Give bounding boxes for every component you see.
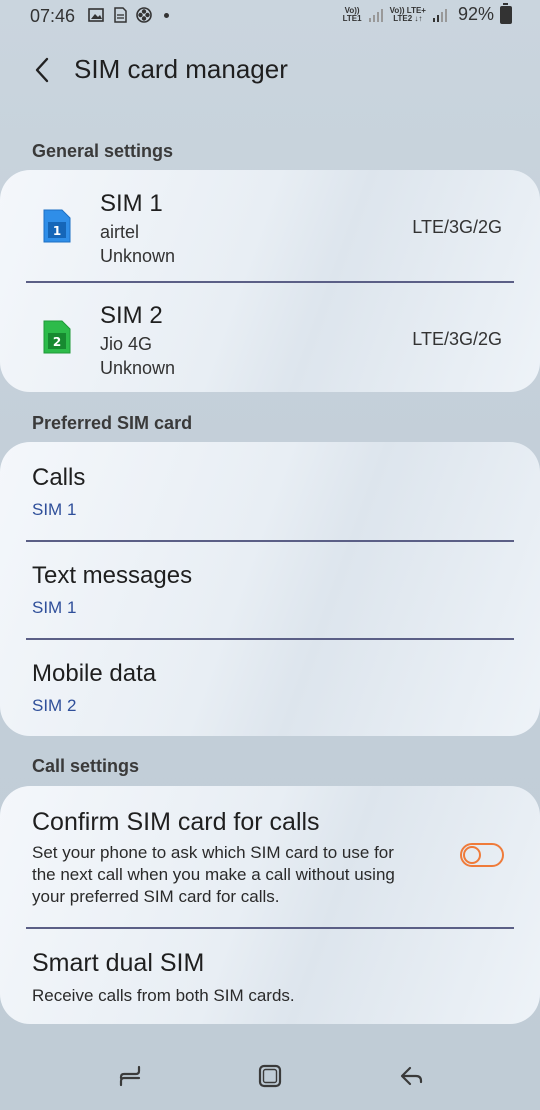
fan-icon: [136, 7, 152, 23]
battery-percent: 92%: [457, 4, 494, 24]
confirm-sim-desc-line-3: your preferred SIM card for calls.: [32, 887, 280, 906]
pref-mobile-data-label: Mobile data: [32, 660, 157, 687]
preferred-sim-card: Calls SIM 1 Text messages SIM 1 Mobile d…: [0, 442, 540, 736]
sim-1-row[interactable]: 1 SIM 1 airtel Unknown LTE/3G/2G: [0, 170, 540, 282]
navigation-bar: [0, 1040, 540, 1110]
sim1-signal-icon: [368, 8, 383, 22]
sim-list-card: 1 SIM 1 airtel Unknown LTE/3G/2G 2 SIM 2…: [0, 170, 540, 392]
sim-1-number: 1: [53, 224, 61, 238]
sim-card-2-icon: 2: [43, 320, 71, 354]
preferred-sim-heading: Preferred SIM card: [32, 413, 193, 433]
confirm-sim-desc-line-1: Set your phone to ask which SIM card to …: [32, 843, 394, 862]
pref-calls-value: SIM 1: [32, 500, 77, 519]
sim-1-name: SIM 1: [100, 190, 163, 217]
status-bar: 07:46 Vo)) LTE1 Vo)) LTE+ LTE2 ↓↑ 92%: [0, 0, 540, 34]
sim2-network-indicator: Vo)) LTE+ LTE2 ↓↑: [390, 6, 426, 23]
status-right: Vo)) LTE1 Vo)) LTE+ LTE2 ↓↑ 92%: [342, 2, 512, 25]
confirm-sim-toggle[interactable]: [460, 843, 504, 867]
recents-button[interactable]: [110, 1058, 150, 1094]
confirm-sim-title: Confirm SIM card for calls: [32, 808, 320, 836]
nav-back-button[interactable]: [392, 1058, 432, 1094]
sim-2-number: 2: [53, 335, 61, 349]
smart-dual-sim-row[interactable]: Smart dual SIM Receive calls from both S…: [0, 927, 540, 1024]
sim-2-row[interactable]: 2 SIM 2 Jio 4G Unknown LTE/3G/2G: [0, 282, 540, 394]
pref-calls-label: Calls: [32, 464, 86, 491]
more-notifications-dot: [164, 12, 169, 18]
home-icon: [258, 1064, 282, 1088]
confirm-sim-desc-line-2: the next call when you make a call witho…: [32, 865, 395, 884]
page-title: SIM card manager: [74, 54, 288, 84]
recents-icon: [119, 1065, 141, 1087]
sim-2-status: Unknown: [100, 358, 176, 378]
pref-calls-row[interactable]: Calls SIM 1: [0, 442, 540, 540]
confirm-sim-row[interactable]: Confirm SIM card for calls Set your phon…: [0, 786, 540, 927]
sim1-network-indicator: Vo)) LTE1: [342, 6, 362, 23]
pref-mobile-data-value: SIM 2: [32, 696, 77, 715]
sim-1-network-mode: LTE/3G/2G: [412, 217, 502, 237]
sim-1-status: Unknown: [100, 246, 176, 266]
sim-1-carrier: airtel: [100, 222, 140, 242]
toggle-knob: [463, 846, 481, 864]
sim2-signal-icon: [432, 8, 447, 22]
call-settings-card: Confirm SIM card for calls Set your phon…: [0, 786, 540, 1024]
app-header: SIM card manager: [0, 48, 540, 92]
pref-mobile-data-row[interactable]: Mobile data SIM 2: [0, 638, 540, 736]
smart-dual-sim-title: Smart dual SIM: [32, 949, 205, 977]
smart-dual-sim-desc: Receive calls from both SIM cards.: [32, 986, 295, 1005]
status-time: 07:46: [30, 6, 76, 26]
pref-text-messages-value: SIM 1: [32, 598, 77, 617]
sim-notification-icon: [114, 7, 127, 23]
sim-2-network-mode: LTE/3G/2G: [412, 329, 502, 349]
call-settings-heading: Call settings: [32, 756, 140, 776]
notification-icons: [88, 7, 169, 23]
sim-card-1-icon: 1: [43, 209, 71, 243]
gallery-icon: [88, 8, 104, 22]
sim-2-carrier: Jio 4G: [100, 334, 153, 354]
back-button[interactable]: [26, 52, 58, 88]
general-settings-heading: General settings: [32, 141, 174, 161]
pref-text-messages-label: Text messages: [32, 562, 193, 589]
chevron-left-icon: [35, 57, 49, 83]
battery-icon: [500, 2, 512, 24]
sim-2-name: SIM 2: [100, 302, 163, 329]
pref-text-messages-row[interactable]: Text messages SIM 1: [0, 540, 540, 638]
home-button[interactable]: [250, 1058, 290, 1094]
sim1-lte-label: LTE1: [342, 13, 362, 23]
sim2-lte-label: LTE2 ↓↑: [393, 13, 423, 23]
back-arrow-icon: [400, 1066, 423, 1086]
